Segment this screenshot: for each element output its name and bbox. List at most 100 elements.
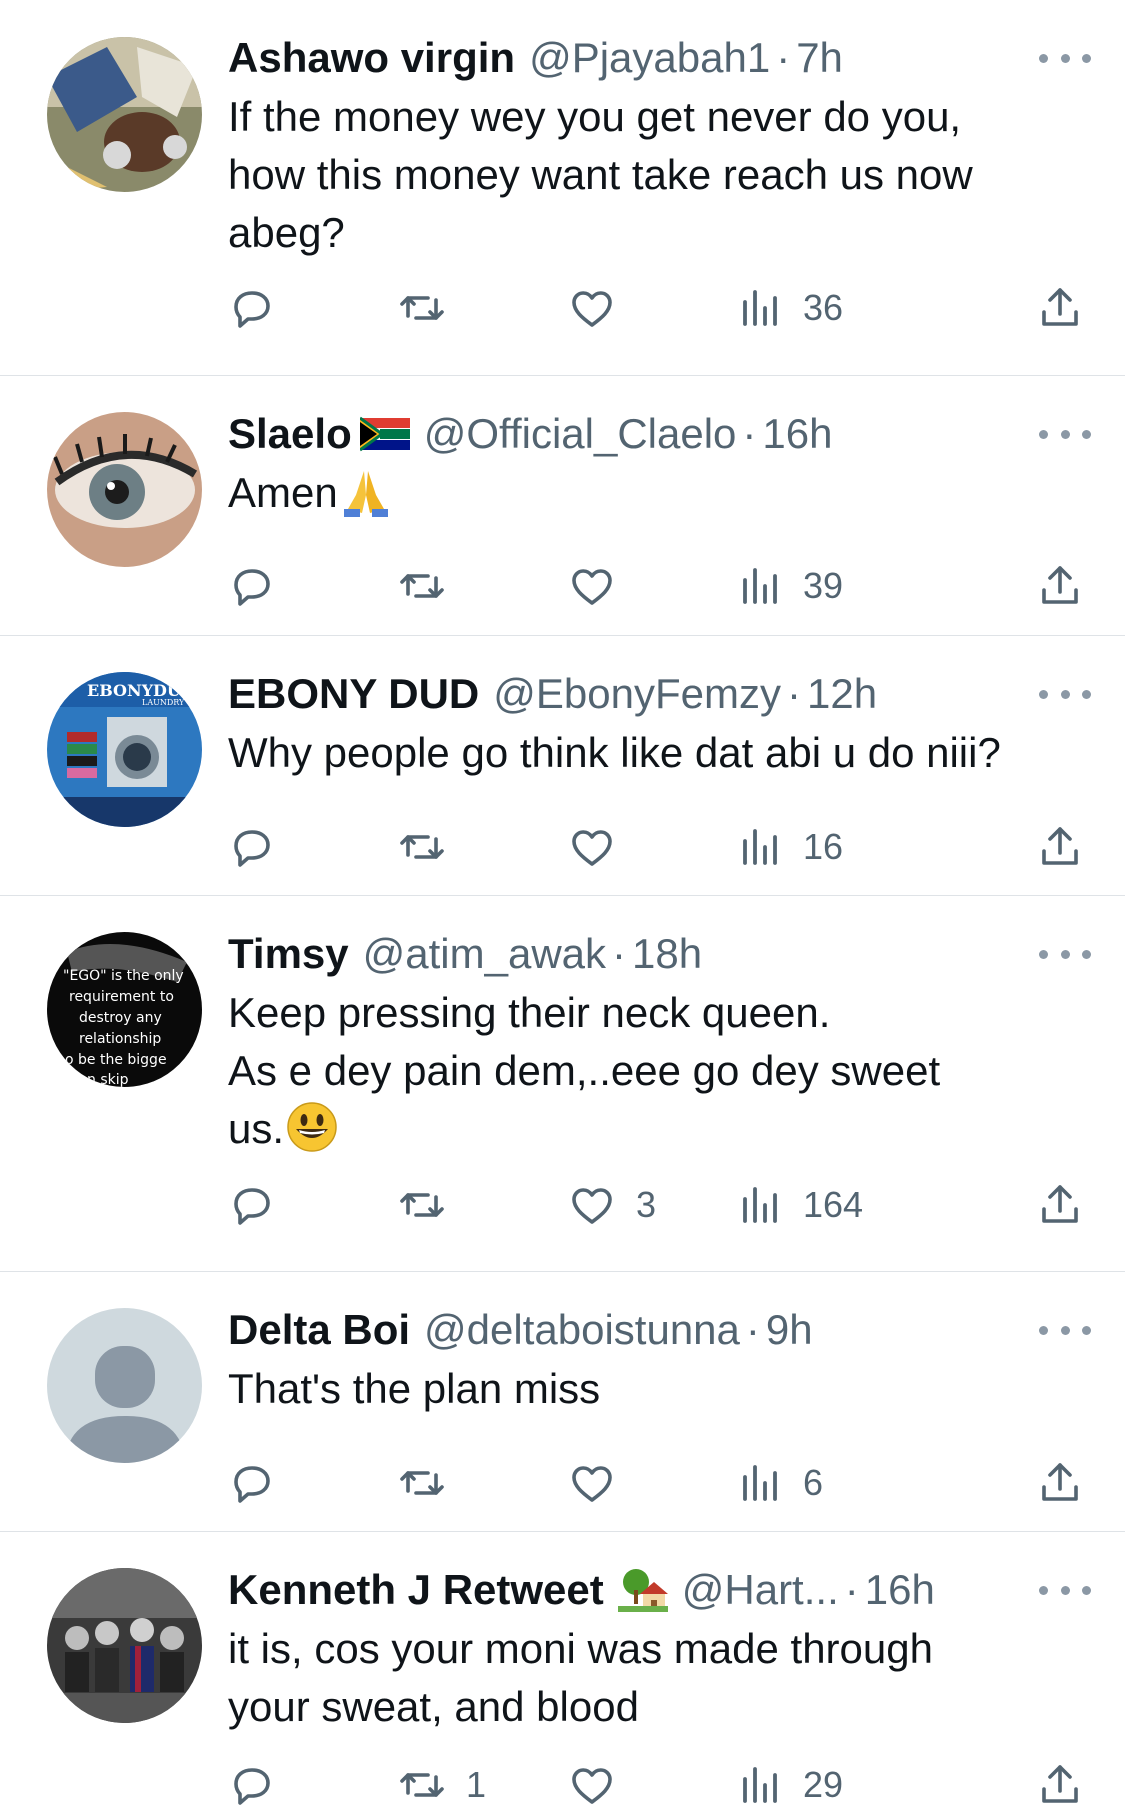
heart-icon xyxy=(568,1761,616,1809)
tweet[interactable]: Ashawo virgin @Pjayabah1 · 7h If the mon… xyxy=(0,0,1125,376)
share-button[interactable] xyxy=(1036,1453,1084,1513)
tweet[interactable]: EBONYDU LAUNDRY EBONY DUD @EbonyFemzy · … xyxy=(0,636,1125,896)
retweet-button[interactable] xyxy=(398,817,466,877)
user-handle[interactable]: @atim_awak xyxy=(363,930,606,978)
like-button[interactable] xyxy=(568,817,636,877)
avatar-quote-line: o be the bigge xyxy=(65,1052,167,1068)
retweet-button[interactable]: 1 xyxy=(398,1755,486,1815)
reply-icon xyxy=(228,1761,276,1809)
views-icon xyxy=(735,562,783,610)
avatar-photo: "EGO" is the only requirement to destroy… xyxy=(47,932,202,1087)
timestamp[interactable]: 16h xyxy=(865,1566,935,1614)
tweet-actions: 16 xyxy=(228,817,1088,877)
tweet-actions: 1 29 xyxy=(228,1755,1088,1815)
timestamp[interactable]: 18h xyxy=(632,930,702,978)
heart-icon xyxy=(568,1459,616,1507)
user-handle[interactable]: @deltaboistunna xyxy=(424,1306,740,1354)
avatar-quote-line: requirement to xyxy=(69,989,174,1005)
views-icon xyxy=(735,1181,783,1229)
display-name[interactable]: EBONY DUD xyxy=(228,670,479,718)
more-icon[interactable] xyxy=(1039,684,1091,704)
like-button[interactable]: 3 xyxy=(568,1175,656,1235)
share-button[interactable] xyxy=(1036,817,1084,877)
tweet-actions: 3 164 xyxy=(228,1175,1088,1235)
reply-button[interactable] xyxy=(228,1175,296,1235)
timestamp[interactable]: 16h xyxy=(762,410,832,458)
share-button[interactable] xyxy=(1036,278,1084,338)
views-button[interactable]: 16 xyxy=(735,817,843,877)
views-button[interactable]: 29 xyxy=(735,1755,843,1815)
tweet-text-line: how this money want take reach us now xyxy=(228,151,973,198)
reply-button[interactable] xyxy=(228,1755,296,1815)
display-name[interactable]: Timsy xyxy=(228,930,349,978)
tweet[interactable]: Delta Boi @deltaboistunna · 9h That's th… xyxy=(0,1272,1125,1532)
display-name[interactable]: Ashawo virgin xyxy=(228,34,515,82)
tweet[interactable]: Slaelo @Official_Claelo · 16h Amen 39 xyxy=(0,376,1125,636)
user-handle[interactable]: @Pjayabah1 xyxy=(529,34,770,82)
like-button[interactable] xyxy=(568,556,636,616)
more-icon[interactable] xyxy=(1039,424,1091,444)
retweet-button[interactable] xyxy=(398,1453,466,1513)
share-button[interactable] xyxy=(1036,1755,1084,1815)
views-button[interactable]: 164 xyxy=(735,1175,863,1235)
share-button[interactable] xyxy=(1036,556,1084,616)
tweet-text-line: it is, cos your moni was made through xyxy=(228,1625,933,1672)
retweet-icon xyxy=(398,284,446,332)
user-handle[interactable]: @Hart... xyxy=(682,1566,839,1614)
like-button[interactable] xyxy=(568,1755,636,1815)
display-name[interactable]: Kenneth J Retweet xyxy=(228,1566,604,1614)
display-name[interactable]: Slaelo xyxy=(228,410,352,458)
heart-icon xyxy=(568,1181,616,1229)
views-icon xyxy=(735,1761,783,1809)
display-name[interactable]: Delta Boi xyxy=(228,1306,410,1354)
tweet-text-line: If the money wey you get never do you, xyxy=(228,93,962,140)
views-button[interactable]: 6 xyxy=(735,1453,823,1513)
retweet-icon xyxy=(398,1761,446,1809)
like-button[interactable] xyxy=(568,1453,636,1513)
reply-icon xyxy=(228,562,276,610)
more-icon[interactable] xyxy=(1039,944,1091,964)
views-count: 36 xyxy=(803,287,844,328)
reply-button[interactable] xyxy=(228,556,296,616)
avatar[interactable] xyxy=(47,37,202,192)
timestamp[interactable]: 7h xyxy=(796,34,843,82)
avatar-photo: EBONYDU LAUNDRY xyxy=(47,672,202,827)
views-button[interactable]: 39 xyxy=(735,556,843,616)
reply-button[interactable] xyxy=(228,1453,296,1513)
reply-icon xyxy=(228,1181,276,1229)
tweet[interactable]: Kenneth J Retweet @Hart... · 16h it is, … xyxy=(0,1532,1125,1815)
grinning-face-icon xyxy=(286,1101,338,1153)
timestamp[interactable]: 12h xyxy=(807,670,877,718)
timestamp[interactable]: 9h xyxy=(766,1306,813,1354)
tweet-text-line: abeg? xyxy=(228,209,345,256)
tweet[interactable]: "EGO" is the only requirement to destroy… xyxy=(0,896,1125,1272)
retweet-button[interactable] xyxy=(398,278,466,338)
avatar[interactable] xyxy=(47,1568,202,1723)
avatar[interactable]: EBONYDU LAUNDRY xyxy=(47,672,202,827)
default-avatar[interactable] xyxy=(47,1308,202,1463)
separator-dot: · xyxy=(745,1306,760,1353)
avatar[interactable]: "EGO" is the only requirement to destroy… xyxy=(47,932,202,1087)
user-handle[interactable]: @Official_Claelo xyxy=(424,410,737,458)
reply-button[interactable] xyxy=(228,817,296,877)
reply-button[interactable] xyxy=(228,278,296,338)
share-icon xyxy=(1036,284,1084,332)
share-button[interactable] xyxy=(1036,1175,1084,1235)
heart-icon xyxy=(568,823,616,871)
like-button[interactable] xyxy=(568,278,636,338)
more-icon[interactable] xyxy=(1039,1580,1091,1600)
avatar-quote-line: "EGO" is the only xyxy=(63,968,184,984)
retweet-button[interactable] xyxy=(398,556,466,616)
share-icon xyxy=(1036,1181,1084,1229)
more-icon[interactable] xyxy=(1039,48,1091,68)
separator-dot: · xyxy=(844,1566,859,1613)
tweet-text: Keep pressing their neck queen. As e dey… xyxy=(228,984,1088,1158)
views-button[interactable]: 36 xyxy=(735,278,843,338)
avatar[interactable] xyxy=(47,412,202,567)
user-handle[interactable]: @EbonyFemzy xyxy=(493,670,781,718)
retweet-count: 1 xyxy=(466,1764,487,1805)
retweet-button[interactable] xyxy=(398,1175,466,1235)
views-icon xyxy=(735,823,783,871)
avatar-quote-line: relationship xyxy=(79,1031,161,1047)
more-icon[interactable] xyxy=(1039,1320,1091,1340)
